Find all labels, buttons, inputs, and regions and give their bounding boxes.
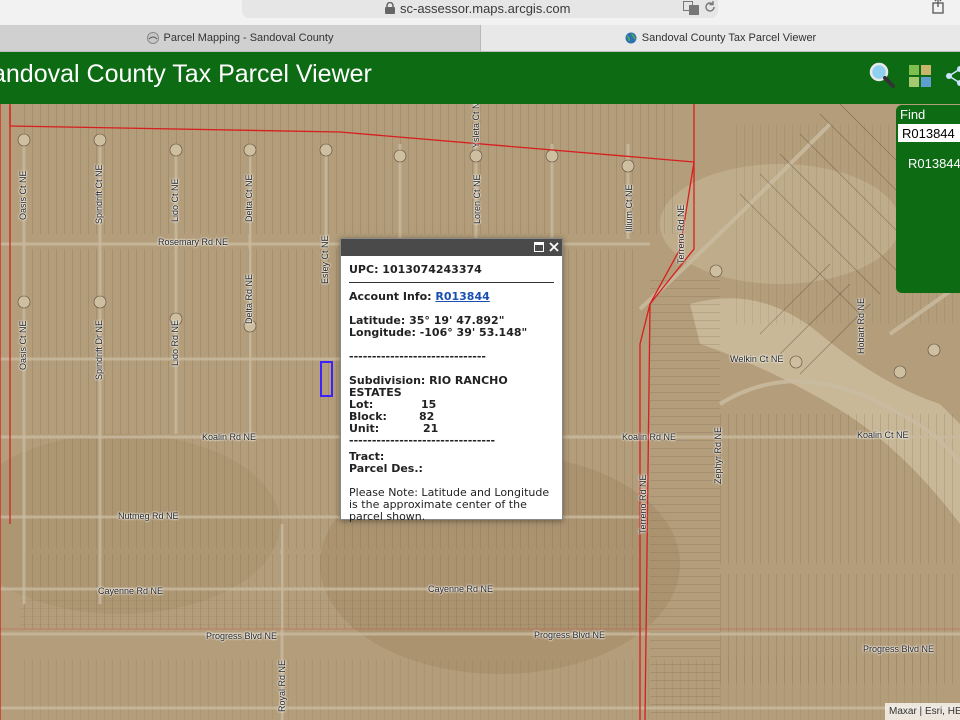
popup-titlebar [341, 239, 562, 256]
popup-body: UPC: 1013074243374 Account Info: R013844… [341, 256, 562, 523]
search-icon[interactable] [868, 61, 896, 89]
arcgis-favicon-icon [146, 32, 159, 44]
road-label: Loren Ct NE [472, 174, 482, 224]
close-icon[interactable] [549, 242, 559, 252]
app-header: andoval County Tax Parcel Viewer [0, 52, 960, 104]
popup-divider [349, 282, 554, 283]
note-text: Please Note: Latitude and Longitude is t… [349, 486, 550, 523]
url-text[interactable]: sc-assessor.maps.arcgis.com [400, 1, 571, 16]
browser-tab-bar: Parcel Mapping - Sandoval County Sandova… [0, 25, 960, 52]
road-label: Royal Rd NE [277, 659, 287, 712]
road-label: Oasis Ct NE [18, 320, 28, 370]
parcel-des-text: Parcel Des.: [349, 462, 423, 475]
account-link[interactable]: R013844 [435, 290, 489, 303]
translate-icon[interactable] [683, 1, 699, 15]
longitude-text: Longitude: -106° 39' 53.148" [349, 326, 528, 339]
find-title: Find [900, 107, 926, 122]
road-label: Terreno Rd NE [676, 204, 686, 264]
road-label: Koalin Ct NE [857, 430, 909, 440]
block-row: Block: 82 [349, 411, 554, 423]
road-label: Nutmeg Rd NE [118, 511, 179, 521]
road-label: Hobart Rd NE [856, 297, 866, 354]
tab-label: Sandoval County Tax Parcel Viewer [641, 32, 817, 44]
basemap-gallery-icon[interactable] [908, 64, 932, 88]
road-label: Cayenne Rd NE [428, 584, 494, 594]
globe-favicon-icon [625, 32, 637, 44]
road-label: Lido Rd NE [170, 319, 180, 366]
maximize-icon[interactable] [534, 242, 544, 252]
account-info-row: Account Info: R013844 [349, 291, 554, 303]
road-label: Illium Ct NE [624, 184, 634, 232]
road-label: Spindrift Ct NE [94, 164, 104, 224]
tab-label: Parcel Mapping - Sandoval County [163, 32, 334, 44]
tab-tax-parcel-viewer[interactable]: Sandoval County Tax Parcel Viewer [481, 25, 960, 51]
road-label: Esley Ct NE [320, 235, 330, 284]
road-label: Progress Blvd NE [863, 644, 935, 654]
tab-parcel-mapping[interactable]: Parcel Mapping - Sandoval County [0, 25, 481, 51]
road-label: Progress Blvd NE [206, 631, 278, 641]
account-label: Account Info: [349, 290, 432, 303]
road-label: Koalin Rd NE [202, 432, 257, 442]
parcel-info-popup: UPC: 1013074243374 Account Info: R013844… [340, 238, 563, 523]
map-attribution: Maxar | Esri, HE [885, 703, 960, 720]
road-label: Delta Rd NE [244, 273, 254, 324]
road-label: Lido Ct NE [170, 178, 180, 222]
road-label: Ysleta Ct NE [471, 104, 481, 148]
browser-address-bar: sc-assessor.maps.arcgis.com [0, 0, 960, 25]
road-label: Koalin Rd NE [622, 432, 677, 442]
browser-share-icon[interactable] [930, 0, 946, 14]
share-icon[interactable] [945, 65, 960, 87]
find-input[interactable] [898, 124, 960, 142]
road-label: Terreno Rd NE [638, 474, 648, 534]
app-title: andoval County Tax Parcel Viewer [0, 60, 372, 88]
road-label: Cayenne Rd NE [98, 586, 164, 596]
upc-text: UPC: 1013074243374 [349, 263, 482, 276]
road-label: Progress Blvd NE [534, 630, 606, 640]
separator-text: ------------------------------ [349, 350, 486, 363]
road-label: Spindrift Dr NE [94, 319, 104, 380]
lock-icon [385, 2, 395, 14]
find-result-item[interactable]: R013844 [908, 156, 960, 171]
road-label: Zephyr Rd NE [713, 426, 723, 484]
road-label: Oasis Ct NE [18, 170, 28, 220]
subdivision-text: Subdivision: RIO RANCHO ESTATES [349, 374, 508, 399]
find-panel: Find R013844 [896, 105, 960, 293]
road-label: Rosemary Rd NE [158, 237, 229, 247]
separator-text: -------------------------------- [349, 434, 496, 447]
reload-icon[interactable] [703, 0, 717, 14]
road-label: Welkin Ct NE [730, 354, 784, 364]
road-label: Delta Ct NE [244, 174, 254, 222]
